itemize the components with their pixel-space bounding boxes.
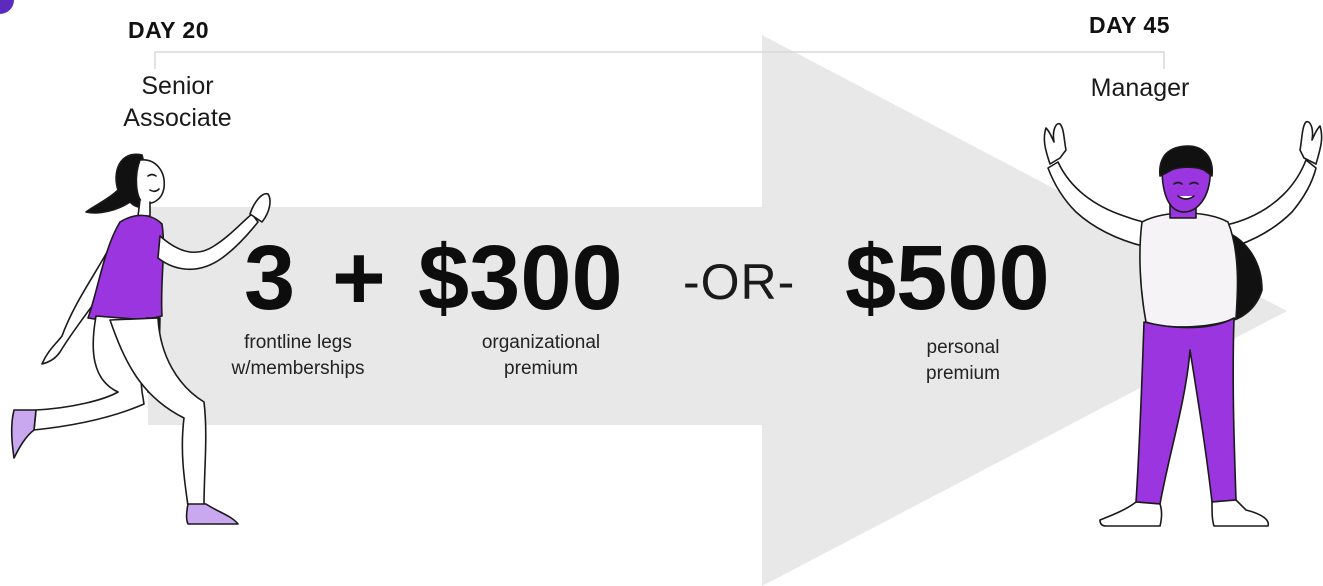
caption-line: frontline legs bbox=[244, 332, 352, 353]
personal-premium-caption: personal premium bbox=[893, 335, 1033, 387]
caption-line: organizational bbox=[481, 332, 601, 353]
frontline-legs-value: 3 bbox=[244, 227, 296, 329]
caption-line: premium bbox=[504, 358, 578, 379]
caption-line: personal bbox=[926, 337, 1000, 358]
plus-sign: + bbox=[332, 227, 386, 329]
promotion-path-diagram: DAY 20 Senior Associate DAY 45 Manager 3… bbox=[0, 0, 1323, 586]
personal-premium-value: $500 bbox=[845, 227, 1050, 329]
organizational-premium-caption: organizational premium bbox=[455, 330, 627, 382]
cheering-man-illustration bbox=[1043, 120, 1323, 527]
caption-line: w/memberships bbox=[231, 358, 365, 379]
organizational-premium-value: $300 bbox=[418, 227, 623, 329]
or-separator: -OR- bbox=[683, 254, 796, 310]
illustrations bbox=[10, 120, 1323, 527]
caption-line: premium bbox=[926, 363, 1000, 384]
frontline-legs-caption: frontline legs w/memberships bbox=[208, 330, 388, 382]
